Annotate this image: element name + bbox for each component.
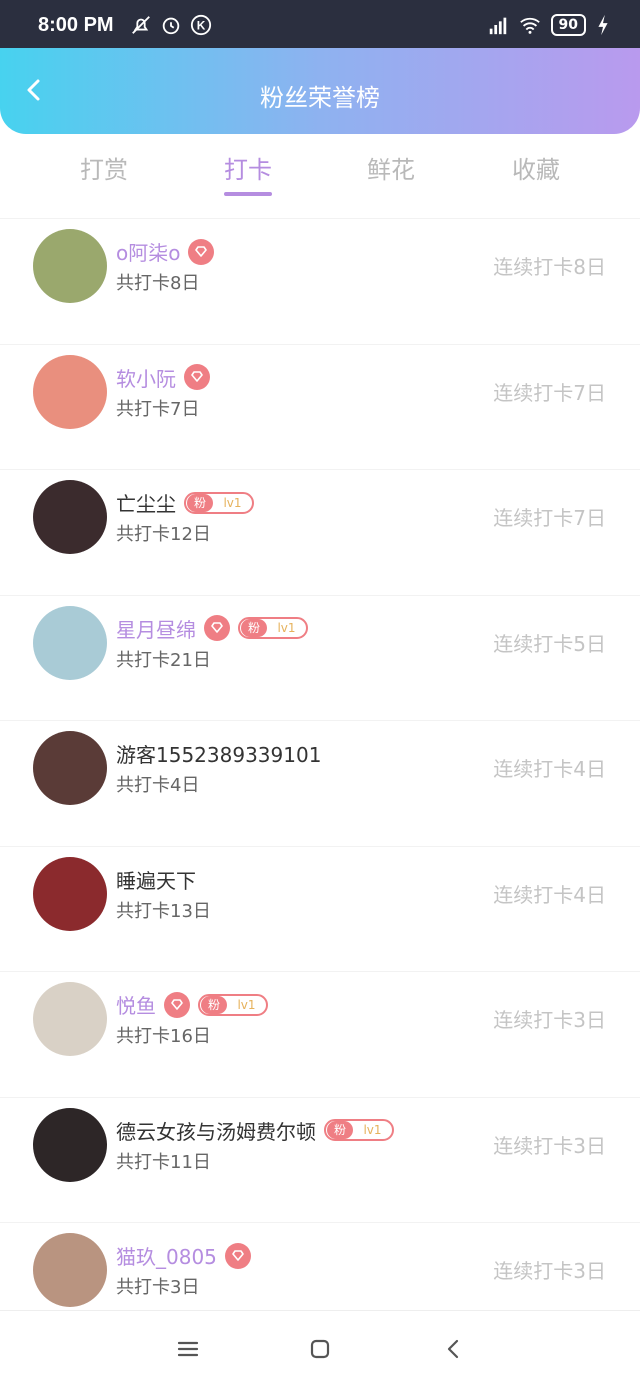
user-name[interactable]: 软小阮 bbox=[116, 363, 176, 392]
name-line: o阿柒o bbox=[116, 237, 215, 266]
avatar[interactable] bbox=[33, 354, 107, 429]
user-name[interactable]: 德云女孩与汤姆费尔顿 bbox=[116, 1116, 316, 1145]
total-checkin: 共打卡4日 bbox=[116, 775, 200, 796]
tab-flowers[interactable]: 鲜花 bbox=[341, 150, 441, 185]
svg-text:K: K bbox=[197, 19, 206, 33]
streak-label: 连续打卡7日 bbox=[493, 380, 606, 405]
fan-row[interactable]: 游客1552389339101 共打卡4日 连续打卡4日 bbox=[0, 720, 640, 846]
user-name[interactable]: 悦鱼 bbox=[116, 990, 156, 1019]
total-checkin: 共打卡12日 bbox=[116, 524, 211, 545]
total-checkin: 共打卡16日 bbox=[116, 1026, 211, 1047]
diamond-badge-icon bbox=[184, 364, 210, 390]
status-time: 8:00 PM bbox=[38, 14, 114, 36]
system-nav-bar bbox=[0, 1310, 640, 1388]
fan-row[interactable]: 睡遍天下共打卡13日 连续打卡4日 bbox=[0, 845, 640, 972]
fan-level-badge: 粉 lv1 bbox=[198, 993, 268, 1016]
total-checkin: 共打卡8日 bbox=[116, 273, 200, 294]
streak-label: 连续打卡3日 bbox=[493, 1133, 606, 1158]
streak-label: 连续打卡3日 bbox=[493, 1008, 606, 1032]
tab-bar: 打赏 打卡 鲜花 收藏 bbox=[0, 140, 640, 202]
total-checkin: 共打卡13日 bbox=[116, 900, 211, 922]
fan-level-badge: 粉 lv1 bbox=[184, 491, 254, 514]
total-checkin: 共打卡7日 bbox=[116, 398, 200, 420]
avatar[interactable] bbox=[33, 856, 107, 931]
total-checkin: 共打卡3日 bbox=[116, 1277, 200, 1298]
back-nav-icon[interactable] bbox=[442, 1337, 466, 1361]
tab-favorites[interactable]: 收藏 bbox=[486, 150, 586, 185]
tab-active-indicator bbox=[224, 192, 272, 196]
avatar[interactable] bbox=[33, 1233, 107, 1307]
diamond-badge-icon bbox=[224, 1242, 251, 1269]
fan-row[interactable]: 软小阮共打卡7日 连续打卡7日 bbox=[0, 343, 640, 470]
user-name[interactable]: 猫玖_0805 bbox=[116, 1241, 217, 1270]
mute-icon bbox=[132, 16, 150, 34]
wifi-icon bbox=[519, 17, 540, 34]
k-icon: K bbox=[190, 14, 212, 36]
name-line: 星月昼绵 粉 lv1 bbox=[116, 614, 308, 643]
diamond-badge-icon bbox=[164, 991, 190, 1018]
user-name[interactable]: o阿柒o bbox=[116, 237, 180, 266]
fan-row[interactable]: 悦鱼 粉 lv1 共打卡16日 连续打卡3日 bbox=[0, 971, 640, 1097]
diamond-badge-icon bbox=[188, 238, 215, 265]
tab-reward[interactable]: 打赏 bbox=[54, 150, 154, 185]
status-bar: 8:00 PM K 90 bbox=[0, 0, 640, 48]
level-label: lv1 bbox=[223, 495, 242, 510]
fan-label: 粉 bbox=[187, 493, 213, 512]
level-label: lv1 bbox=[277, 621, 296, 635]
fan-level-badge: 粉 lv1 bbox=[238, 617, 308, 639]
user-name[interactable]: 亡尘尘 bbox=[116, 488, 176, 517]
fan-label: 粉 bbox=[327, 1121, 353, 1139]
avatar[interactable] bbox=[33, 982, 107, 1056]
fan-row[interactable]: 星月昼绵 粉 lv1 共打卡21日 连续打卡5日 bbox=[0, 594, 640, 721]
avatar[interactable] bbox=[33, 731, 107, 805]
avatar[interactable] bbox=[33, 605, 107, 680]
avatar[interactable] bbox=[33, 480, 107, 554]
avatar[interactable] bbox=[33, 1107, 107, 1182]
streak-label: 连续打卡4日 bbox=[493, 882, 606, 907]
fan-label: 粉 bbox=[201, 995, 227, 1014]
fan-level-badge: 粉 lv1 bbox=[324, 1119, 394, 1141]
streak-label: 连续打卡8日 bbox=[493, 255, 606, 279]
fan-row[interactable]: 德云女孩与汤姆费尔顿粉 lv1 共打卡11日 连续打卡3日 bbox=[0, 1096, 640, 1223]
fan-row[interactable]: o阿柒o 共打卡8日 连续打卡8日 bbox=[0, 218, 640, 344]
name-line: 软小阮 bbox=[116, 363, 210, 392]
user-name[interactable]: 星月昼绵 bbox=[116, 614, 196, 643]
menu-icon[interactable] bbox=[176, 1337, 200, 1361]
user-name[interactable]: 游客1552389339101 bbox=[116, 739, 321, 768]
name-line: 悦鱼 粉 lv1 bbox=[116, 990, 268, 1019]
battery-indicator: 90 bbox=[550, 14, 586, 36]
name-line: 游客1552389339101 bbox=[116, 739, 321, 768]
avatar[interactable] bbox=[33, 229, 107, 303]
name-line: 猫玖_0805 bbox=[116, 1241, 251, 1270]
charging-icon bbox=[598, 14, 608, 36]
streak-label: 连续打卡4日 bbox=[493, 757, 606, 781]
name-line: 睡遍天下 bbox=[116, 865, 196, 894]
name-line: 亡尘尘粉 lv1 bbox=[116, 488, 254, 517]
home-icon[interactable] bbox=[308, 1337, 332, 1361]
total-checkin: 共打卡11日 bbox=[116, 1151, 211, 1173]
diamond-badge-icon bbox=[204, 615, 230, 641]
fan-list: o阿柒o 共打卡8日 连续打卡8日 软小阮 共打卡7日 连续打卡7日 亡尘尘粉 lv1 共打卡1… bbox=[0, 218, 640, 1348]
streak-label: 连续打卡5日 bbox=[493, 631, 606, 656]
page-title: 粉丝荣誉榜 bbox=[260, 84, 380, 112]
fan-label: 粉 bbox=[241, 619, 267, 637]
name-line: 德云女孩与汤姆费尔顿粉 lv1 bbox=[116, 1116, 394, 1145]
level-label: lv1 bbox=[363, 1123, 382, 1137]
streak-label: 连续打卡7日 bbox=[493, 506, 606, 530]
streak-label: 连续打卡3日 bbox=[493, 1259, 606, 1283]
total-checkin: 共打卡21日 bbox=[116, 649, 211, 671]
alarm-icon bbox=[162, 17, 180, 35]
fan-row[interactable]: 亡尘尘粉 lv1 共打卡12日 连续打卡7日 bbox=[0, 469, 640, 595]
signal-icon bbox=[489, 17, 506, 35]
tab-checkin[interactable]: 打卡 bbox=[198, 150, 298, 185]
user-name[interactable]: 睡遍天下 bbox=[116, 865, 196, 894]
header-bar: 粉丝荣誉榜 bbox=[0, 48, 640, 134]
level-label: lv1 bbox=[237, 997, 256, 1012]
